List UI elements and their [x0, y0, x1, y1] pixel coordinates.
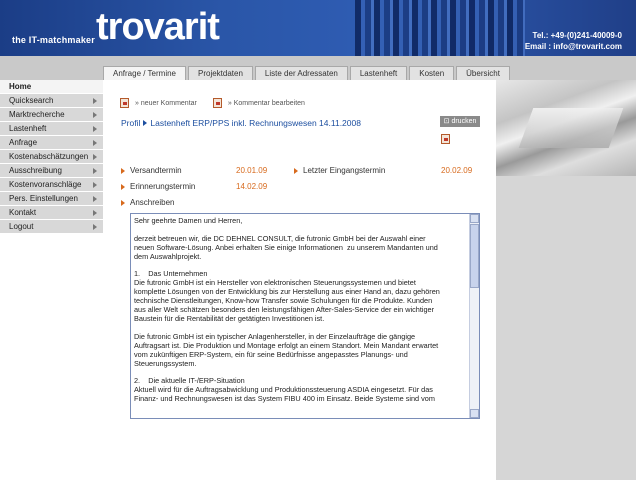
bullet-arrow-icon: [121, 199, 125, 206]
breadcrumb-profil[interactable]: Profil: [121, 118, 140, 128]
sidebar-item-logout[interactable]: Logout: [0, 220, 103, 234]
sidebar-item-home[interactable]: Home: [0, 80, 103, 94]
sidebar-item-label: Logout: [9, 222, 34, 231]
eingang-date: 20.02.09: [441, 166, 473, 175]
chevron-right-icon: [93, 168, 97, 174]
contact-phone: Tel.: +49-(0)241-40009-0: [532, 31, 622, 40]
chevron-right-icon: [93, 98, 97, 104]
tab-lastenheft[interactable]: Lastenheft: [349, 66, 408, 80]
new-comment-link[interactable]: » neuer Kommentar: [135, 100, 197, 107]
sidebar-item-kostenabschaetzungen[interactable]: Kostenabschätzungen: [0, 150, 103, 164]
bullet-arrow-icon: [294, 167, 298, 174]
versand-label: Versandtermin: [121, 166, 182, 175]
breadcrumb-arrow-icon: [143, 120, 148, 126]
versand-date: 20.01.09: [236, 166, 268, 175]
anschreiben-textarea[interactable]: Sehr geehrte Damen und Herren, derzeit b…: [130, 213, 480, 419]
chevron-right-icon: [93, 196, 97, 202]
sidebar-item-quicksearch[interactable]: Quicksearch: [0, 94, 103, 108]
header-decoration: [355, 0, 525, 56]
bullet-arrow-icon: [121, 183, 125, 190]
chevron-right-icon: [93, 126, 97, 132]
scroll-up-icon[interactable]: [470, 214, 479, 223]
print-button[interactable]: ⊡ drucken: [440, 116, 480, 127]
sidebar-item-anfrage[interactable]: Anfrage: [0, 136, 103, 150]
chevron-right-icon: [93, 140, 97, 146]
letter-scrollbar[interactable]: [469, 214, 479, 418]
chevron-right-icon: [93, 210, 97, 216]
sidebar-item-label: Quicksearch: [9, 96, 54, 105]
contact-info: Tel.: +49-(0)241-40009-0 Email : info@tr…: [525, 30, 622, 52]
anschreiben-label: Anschreiben: [121, 198, 174, 207]
eingang-label: Letzter Eingangstermin: [294, 166, 385, 175]
sidebar-item-label: Marktrecherche: [9, 110, 65, 119]
header-banner: the IT-matchmaker trovarit Tel.: +49-(0)…: [0, 0, 636, 56]
tab-liste-adressaten[interactable]: Liste der Adressaten: [254, 66, 348, 80]
letter-text[interactable]: Sehr geehrte Damen und Herren, derzeit b…: [134, 216, 468, 404]
scroll-thumb[interactable]: [470, 224, 479, 288]
ice-floe-shape: [518, 108, 624, 148]
tab-bar: Anfrage / Termine Projektdaten Liste der…: [103, 66, 510, 80]
edit-comment-link[interactable]: » Kommentar bearbeiten: [228, 100, 305, 107]
tab-projektdaten[interactable]: Projektdaten: [188, 66, 253, 80]
sidebar-item-label: Anfrage: [9, 138, 38, 147]
sidebar-item-label: Ausschreibung: [9, 166, 62, 175]
scroll-down-icon[interactable]: [470, 409, 479, 418]
tab-anfrage-termine[interactable]: Anfrage / Termine: [103, 66, 186, 80]
sidebar-item-lastenheft[interactable]: Lastenheft: [0, 122, 103, 136]
chevron-right-icon: [93, 154, 97, 160]
erinnerung-label-text: Erinnerungstermin: [130, 182, 196, 191]
decorative-ice-image: [496, 80, 636, 176]
sidebar-item-label: Kostenvoranschläge: [9, 180, 82, 189]
pdf-icon[interactable]: [120, 98, 129, 108]
contact-email[interactable]: Email : info@trovarit.com: [525, 41, 622, 52]
chevron-right-icon: [93, 224, 97, 230]
sidebar-item-label: Kostenabschätzungen: [9, 152, 89, 161]
comment-toolbar: » neuer Kommentar » Kommentar bearbeiten: [120, 98, 321, 108]
sidebar-item-ausschreibung[interactable]: Ausschreibung: [0, 164, 103, 178]
versand-label-text: Versandtermin: [130, 166, 182, 175]
erinnerung-date: 14.02.09: [236, 182, 268, 191]
sidebar-item-pers-einstellungen[interactable]: Pers. Einstellungen: [0, 192, 103, 206]
sidebar-item-label: Pers. Einstellungen: [9, 194, 78, 203]
sidebar-item-kontakt[interactable]: Kontakt: [0, 206, 103, 220]
eingang-label-text: Letzter Eingangstermin: [303, 166, 386, 175]
sidebar-item-marktrecherche[interactable]: Marktrecherche: [0, 108, 103, 122]
anschreiben-label-text: Anschreiben: [130, 198, 175, 207]
pdf-export-icon[interactable]: [441, 134, 450, 144]
sidebar-item-kostenvoranschlaege[interactable]: Kostenvoranschläge: [0, 178, 103, 192]
breadcrumb: Profil Lastenheft ERP/PPS inkl. Rechnungs…: [121, 118, 361, 128]
chevron-right-icon: [93, 182, 97, 188]
trovarit-logo[interactable]: trovarit: [96, 6, 220, 49]
edit-comment-icon[interactable]: [212, 98, 222, 108]
sidebar-item-label: Lastenheft: [9, 124, 47, 133]
erinnerung-label: Erinnerungstermin: [121, 182, 195, 191]
breadcrumb-title[interactable]: Lastenheft ERP/PPS inkl. Rechnungswesen …: [150, 118, 361, 128]
chevron-right-icon: [93, 112, 97, 118]
tab-uebersicht[interactable]: Übersicht: [456, 66, 510, 80]
tagline: the IT-matchmaker: [12, 35, 95, 45]
sidebar: Home Quicksearch Marktrecherche Lastenhe…: [0, 80, 103, 480]
print-label: drucken: [451, 118, 477, 125]
bullet-arrow-icon: [121, 167, 125, 174]
sidebar-item-label: Kontakt: [9, 208, 37, 217]
tab-kosten[interactable]: Kosten: [409, 66, 455, 80]
